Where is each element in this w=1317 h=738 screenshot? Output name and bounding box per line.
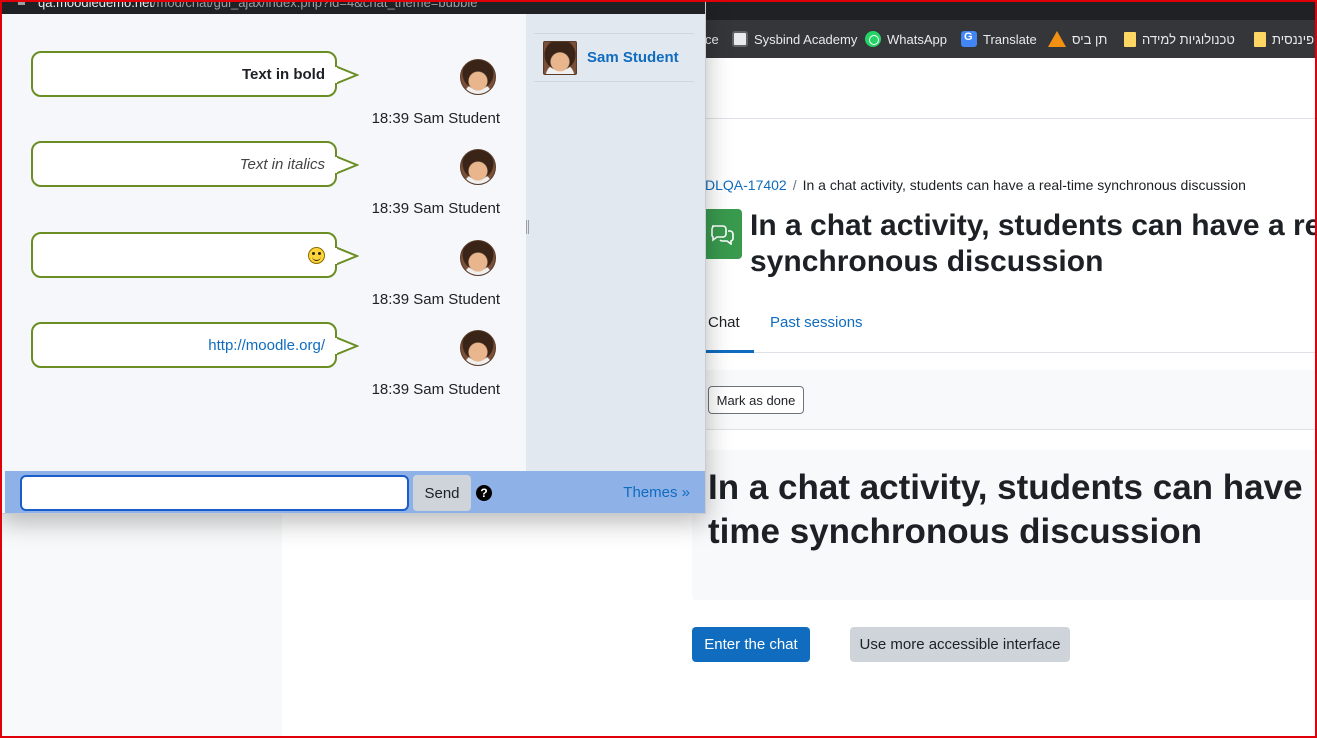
url-path: /mod/chat/gui_ajax/index.php?id=4&chat_t… bbox=[152, 0, 478, 10]
bookmark-finance[interactable]: פיננסית bbox=[1254, 29, 1314, 49]
message-bubble: http://moodle.org/ bbox=[31, 322, 337, 368]
bookmark-translate[interactable]: Translate bbox=[961, 29, 1037, 49]
message-bubble bbox=[31, 232, 337, 278]
bookmark-label: טכנולוגיות למידה bbox=[1142, 31, 1235, 47]
folder-icon bbox=[1254, 31, 1266, 47]
bookmark-label: פיננסית bbox=[1272, 31, 1315, 47]
bookmark-whatsapp[interactable]: WhatsApp bbox=[865, 29, 947, 49]
chat-bubbles-icon bbox=[711, 225, 734, 245]
bubble-tail bbox=[335, 155, 359, 175]
accessible-interface-button[interactable]: Use more accessible interface bbox=[850, 627, 1070, 662]
page-title: In a chat activity, students can have a … bbox=[750, 208, 1317, 280]
activity-description: In a chat activity, students can have ti… bbox=[708, 466, 1317, 554]
url-host: qa.moodledemo.net bbox=[38, 0, 153, 10]
avatar[interactable] bbox=[460, 59, 496, 95]
chat-messages-area: Text in bold 18:39 Sam Student Text in i… bbox=[5, 14, 526, 471]
chat-message: http://moodle.org/ 18:39 Sam Student bbox=[5, 322, 526, 412]
chat-user-list bbox=[526, 14, 705, 471]
chat-popup-window: qa.moodledemo.net/mod/chat/gui_ajax/inde… bbox=[0, 0, 706, 514]
message-time: 18:39 bbox=[371, 200, 410, 217]
bubble-tail bbox=[335, 65, 359, 85]
bubble-tail bbox=[335, 336, 359, 356]
mark-as-done-button[interactable]: Mark as done bbox=[708, 386, 804, 414]
message-bubble: Text in italics bbox=[31, 141, 337, 187]
message-meta: 18:39 Sam Student bbox=[372, 200, 500, 217]
message-meta: 18:39 Sam Student bbox=[372, 291, 500, 308]
help-icon[interactable]: ? bbox=[476, 485, 492, 501]
user-name[interactable]: Sam Student bbox=[587, 49, 679, 66]
themes-link[interactable]: Themes » bbox=[623, 484, 690, 501]
panel-splitter-handle[interactable] bbox=[526, 220, 529, 234]
description-line: time synchronous discussion bbox=[708, 512, 1202, 551]
message-time: 18:39 bbox=[371, 291, 410, 308]
tab-chat[interactable]: Chat bbox=[705, 306, 754, 353]
description-line: In a chat activity, students can have bbox=[708, 468, 1303, 507]
avatar[interactable] bbox=[460, 149, 496, 185]
translate-icon bbox=[961, 31, 977, 47]
message-author: Sam Student bbox=[413, 291, 500, 308]
chat-activity-icon bbox=[702, 209, 742, 259]
bookmark-label: Translate bbox=[983, 31, 1037, 47]
lock-icon bbox=[18, 0, 25, 5]
message-text: Text in bold bbox=[241, 65, 325, 83]
bubble-tail bbox=[335, 246, 359, 266]
bookmark-label: תן ביס bbox=[1072, 31, 1108, 47]
activity-tabs: Chat Past sessions bbox=[705, 306, 1317, 353]
page-title-line: synchronous discussion bbox=[750, 245, 1104, 278]
chat-message: 18:39 Sam Student bbox=[5, 232, 526, 322]
navbar-divider bbox=[705, 118, 1317, 119]
bookmark-label: Sysbind Academy bbox=[754, 31, 858, 47]
breadcrumb: DLQA-17402 / In a chat activity, students … bbox=[705, 177, 1246, 193]
send-button[interactable]: Send bbox=[413, 475, 471, 511]
sysbind-icon bbox=[732, 31, 748, 47]
chat-message: Text in italics 18:39 Sam Student bbox=[5, 141, 526, 231]
breadcrumb-course-link[interactable]: DLQA-17402 bbox=[705, 177, 787, 193]
avatar[interactable] bbox=[460, 240, 496, 276]
message-time: 18:39 bbox=[371, 381, 410, 398]
smiley-icon bbox=[308, 246, 325, 264]
message-time: 18:39 bbox=[371, 110, 410, 127]
popup-address-bar: qa.moodledemo.net/mod/chat/gui_ajax/inde… bbox=[0, 0, 705, 14]
message-author: Sam Student bbox=[413, 200, 500, 217]
message-text: Text in italics bbox=[239, 155, 325, 173]
bookmark-label: WhatsApp bbox=[887, 31, 947, 47]
breadcrumb-separator: / bbox=[792, 177, 797, 193]
avatar bbox=[543, 41, 577, 75]
user-list-item[interactable]: Sam Student bbox=[534, 33, 694, 82]
breadcrumb-current: In a chat activity, students can have a … bbox=[802, 177, 1246, 193]
enter-chat-button[interactable]: Enter the chat bbox=[692, 627, 810, 662]
bookmark-learning-tech[interactable]: טכנולוגיות למידה bbox=[1124, 29, 1235, 49]
bookmark-ten-bis[interactable]: תן ביס bbox=[1048, 29, 1107, 49]
message-meta: 18:39 Sam Student bbox=[372, 381, 500, 398]
bookmark-sysbind-academy[interactable]: Sysbind Academy bbox=[732, 29, 857, 49]
tab-past-sessions[interactable]: Past sessions bbox=[770, 306, 863, 353]
chat-input-bar: Send ? Themes » bbox=[5, 471, 705, 513]
bookmark-partial[interactable]: ce bbox=[705, 29, 719, 49]
page-title-line: In a chat activity, students can have a … bbox=[750, 209, 1317, 242]
message-author: Sam Student bbox=[413, 381, 500, 398]
message-bubble: Text in bold bbox=[31, 51, 337, 97]
left-drawer bbox=[0, 512, 282, 738]
message-input[interactable] bbox=[20, 475, 409, 511]
avatar[interactable] bbox=[460, 330, 496, 366]
message-link[interactable]: http://moodle.org/ bbox=[208, 337, 325, 354]
folder-icon bbox=[1124, 31, 1136, 47]
bookmark-label: ce bbox=[705, 31, 719, 47]
whatsapp-icon bbox=[865, 31, 881, 47]
chat-message: Text in bold 18:39 Sam Student bbox=[5, 51, 526, 141]
message-meta: 18:39 Sam Student bbox=[372, 110, 500, 127]
house-icon bbox=[1048, 31, 1066, 47]
message-author: Sam Student bbox=[413, 110, 500, 127]
